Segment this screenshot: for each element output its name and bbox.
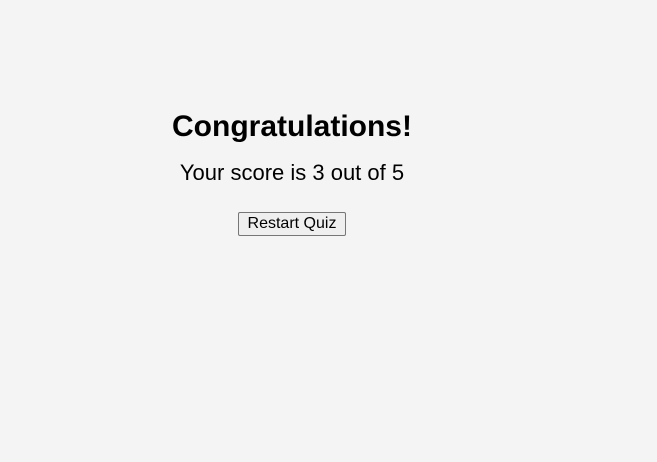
quiz-result-panel: Congratulations! Your score is 3 out of … [172,108,412,236]
score-text: Your score is 3 out of 5 [179,160,405,185]
restart-quiz-button[interactable]: Restart Quiz [237,212,347,236]
result-title: Congratulations! [172,110,412,143]
